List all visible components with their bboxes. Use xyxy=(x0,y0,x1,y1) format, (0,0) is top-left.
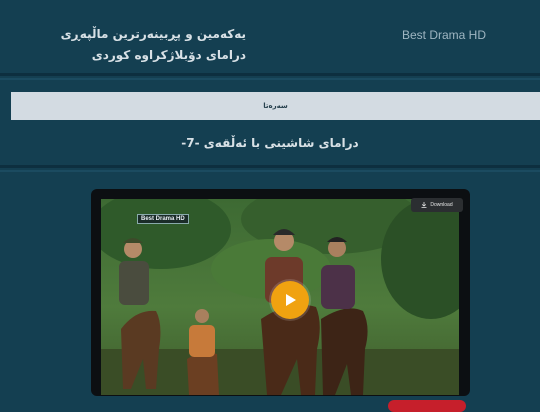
divider xyxy=(0,73,540,76)
red-action-button[interactable] xyxy=(388,400,466,412)
download-label: Download xyxy=(430,202,453,208)
play-button[interactable] xyxy=(271,281,309,319)
divider xyxy=(0,170,540,172)
download-button[interactable]: Download xyxy=(411,198,463,212)
episode-title-wrap: درامای شاشینی با ئەڵقەی -7- xyxy=(0,136,540,150)
video-player[interactable]: Best Drama HD Download xyxy=(91,189,470,396)
channel-logo: Best Drama HD xyxy=(137,214,189,224)
nav-home-label[interactable]: سەرەتا xyxy=(263,102,288,110)
divider xyxy=(0,165,540,168)
video-frame[interactable]: Best Drama HD xyxy=(101,199,459,395)
site-tagline: یەکەمین و پڕبینەرترین ماڵپەڕی درامای دۆب… xyxy=(60,27,246,62)
divider xyxy=(0,78,540,80)
episode-title: درامای شاشینی با ئەڵقەی -7- xyxy=(181,136,359,150)
site-brand[interactable]: Best Drama HD xyxy=(402,28,486,42)
download-icon xyxy=(421,202,427,208)
nav-home-bar[interactable]: سەرەتا xyxy=(11,92,540,120)
site-header: Best Drama HD یەکەمین و پڕبینەرترین ماڵپ… xyxy=(0,0,540,74)
play-icon xyxy=(286,294,296,306)
